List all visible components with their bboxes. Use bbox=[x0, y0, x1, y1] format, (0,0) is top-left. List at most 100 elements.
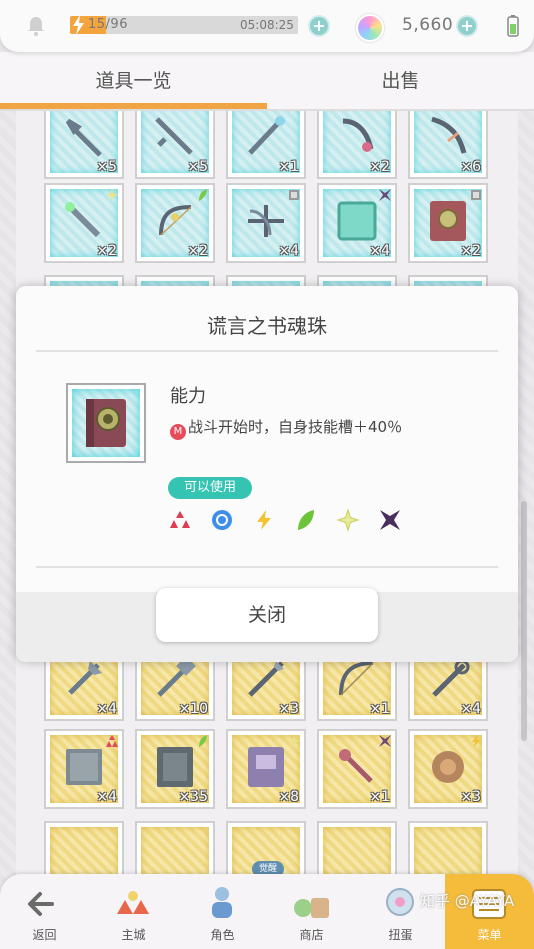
item-slot[interactable]: ×5 bbox=[44, 111, 124, 179]
item-quantity: ×3 bbox=[460, 789, 481, 805]
light-element-icon bbox=[336, 508, 360, 532]
item-slot[interactable]: ×4 bbox=[317, 183, 397, 263]
item-slot[interactable]: ×4 bbox=[226, 183, 306, 263]
tab-sell[interactable]: 出售 bbox=[267, 52, 534, 110]
tab-bar: 道具一览 出售 bbox=[0, 52, 534, 110]
add-gems-button[interactable]: + bbox=[456, 15, 478, 37]
book-icon bbox=[66, 749, 102, 785]
item-slot[interactable]: ×2 bbox=[44, 183, 124, 263]
gem-icon bbox=[356, 14, 384, 42]
item-slot[interactable]: ×2 bbox=[317, 111, 397, 179]
item-slot[interactable]: ×3 bbox=[408, 729, 488, 809]
item-quantity: ×4 bbox=[96, 701, 117, 717]
usable-badge: 可以使用 bbox=[168, 477, 252, 499]
item-quantity: ×1 bbox=[369, 701, 390, 717]
item-quantity: ×10 bbox=[178, 701, 208, 717]
bow-icon bbox=[339, 661, 374, 696]
close-button[interactable]: 关闭 bbox=[156, 588, 378, 642]
add-stamina-button[interactable]: + bbox=[308, 15, 330, 37]
gauntlet-icon bbox=[432, 751, 464, 783]
nav-gacha[interactable]: 扭蛋 bbox=[356, 874, 445, 949]
axe-icon bbox=[68, 661, 102, 695]
nav-label: 角色 bbox=[210, 928, 235, 942]
nav-back[interactable]: 返回 bbox=[0, 874, 89, 949]
status-bar: 15/96 05:08:25 + 5,660 + bbox=[0, 0, 534, 52]
item-quantity: ×5 bbox=[187, 159, 208, 175]
ability-heading: 能力 bbox=[170, 386, 206, 407]
item-quantity: ×5 bbox=[96, 159, 117, 175]
item-quantity: ×8 bbox=[278, 789, 299, 805]
item-slot[interactable]: ×2 bbox=[135, 183, 215, 263]
staff-icon bbox=[65, 118, 102, 157]
hammer-icon bbox=[157, 656, 196, 697]
item-image bbox=[66, 383, 146, 463]
item-quantity: ×2 bbox=[460, 243, 481, 259]
sword-icon bbox=[155, 117, 193, 155]
nav-town[interactable]: 主城 bbox=[89, 874, 178, 949]
item-quantity: ×2 bbox=[187, 243, 208, 259]
item-quantity: ×4 bbox=[369, 243, 390, 259]
nav-label: 扭蛋 bbox=[388, 928, 413, 942]
gem-count: 5,660 bbox=[402, 15, 454, 35]
item-slot[interactable]: ×35 bbox=[135, 729, 215, 809]
watermark: 知乎 @AYAYA bbox=[420, 892, 515, 910]
shop-icon bbox=[294, 898, 329, 918]
blade-icon bbox=[431, 116, 467, 154]
wand-icon bbox=[65, 202, 101, 238]
book-icon bbox=[248, 747, 284, 787]
nav-characters[interactable]: 角色 bbox=[178, 874, 267, 949]
bow-icon bbox=[159, 205, 192, 236]
item-detail-dialog: 谎言之书魂珠 能力 M 战斗开始时，自身技能槽＋40％ 可以使用 关闭 bbox=[16, 286, 518, 662]
item-quantity: ×3 bbox=[278, 701, 299, 717]
item-quantity: ×2 bbox=[96, 243, 117, 259]
item-slot[interactable]: ×2 bbox=[408, 183, 488, 263]
character-icon bbox=[212, 887, 232, 918]
scrollbar[interactable] bbox=[521, 501, 527, 741]
bottom-navigation: 返回 主城 角色 商店 扭蛋 菜单 bbox=[0, 874, 534, 949]
item-slot[interactable]: ×5 bbox=[135, 111, 215, 179]
stamina-timer: 05:08:25 bbox=[240, 18, 294, 32]
nav-label: 返回 bbox=[32, 928, 57, 942]
fire-element-icon bbox=[170, 511, 190, 528]
nav-shop[interactable]: 商店 bbox=[267, 874, 356, 949]
item-slot[interactable]: ×4 bbox=[44, 729, 124, 809]
item-slot[interactable]: ×8 bbox=[226, 729, 306, 809]
town-icon bbox=[117, 891, 149, 914]
dark-element-icon bbox=[380, 510, 400, 530]
divider bbox=[36, 350, 498, 352]
nav-menu[interactable]: 菜单 bbox=[445, 874, 534, 949]
shield-icon bbox=[337, 201, 377, 241]
nav-label: 主城 bbox=[121, 928, 146, 942]
spear-icon bbox=[248, 661, 284, 697]
ability-text: 战斗开始时，自身技能槽＋40％ bbox=[188, 418, 403, 436]
spear-icon bbox=[248, 116, 285, 155]
battery-icon bbox=[507, 15, 519, 37]
stamina-text: 15/96 bbox=[88, 17, 128, 32]
book-icon bbox=[430, 201, 466, 241]
wind-element-icon bbox=[298, 510, 314, 530]
item-quantity: ×1 bbox=[278, 159, 299, 175]
nav-label: 菜单 bbox=[477, 928, 502, 942]
book-icon bbox=[86, 399, 126, 447]
staff-icon bbox=[432, 659, 470, 697]
item-quantity: ×4 bbox=[460, 701, 481, 717]
item-quantity: ×4 bbox=[278, 243, 299, 259]
dialog-title: 谎言之书魂珠 bbox=[207, 314, 327, 338]
item-slot[interactable]: ×1 bbox=[226, 111, 306, 179]
item-slot[interactable]: ×1 bbox=[317, 729, 397, 809]
gacha-icon bbox=[386, 888, 414, 916]
water-element-icon bbox=[212, 510, 232, 530]
scythe-icon bbox=[342, 118, 374, 152]
book-icon bbox=[157, 747, 193, 787]
item-quantity: ×1 bbox=[369, 789, 390, 805]
stamina-bolt-icon bbox=[73, 15, 84, 35]
crossbow-icon bbox=[248, 205, 284, 237]
rod-icon bbox=[339, 749, 373, 783]
item-quantity: ×35 bbox=[178, 789, 208, 805]
multiball-icon: M bbox=[170, 424, 186, 440]
tab-items[interactable]: 道具一览 bbox=[0, 52, 267, 110]
ability-description: M 战斗开始时，自身技能槽＋40％ bbox=[170, 416, 402, 440]
item-quantity: ×4 bbox=[96, 789, 117, 805]
notification-bell-icon[interactable] bbox=[24, 14, 48, 38]
item-slot[interactable]: ×6 bbox=[408, 111, 488, 179]
